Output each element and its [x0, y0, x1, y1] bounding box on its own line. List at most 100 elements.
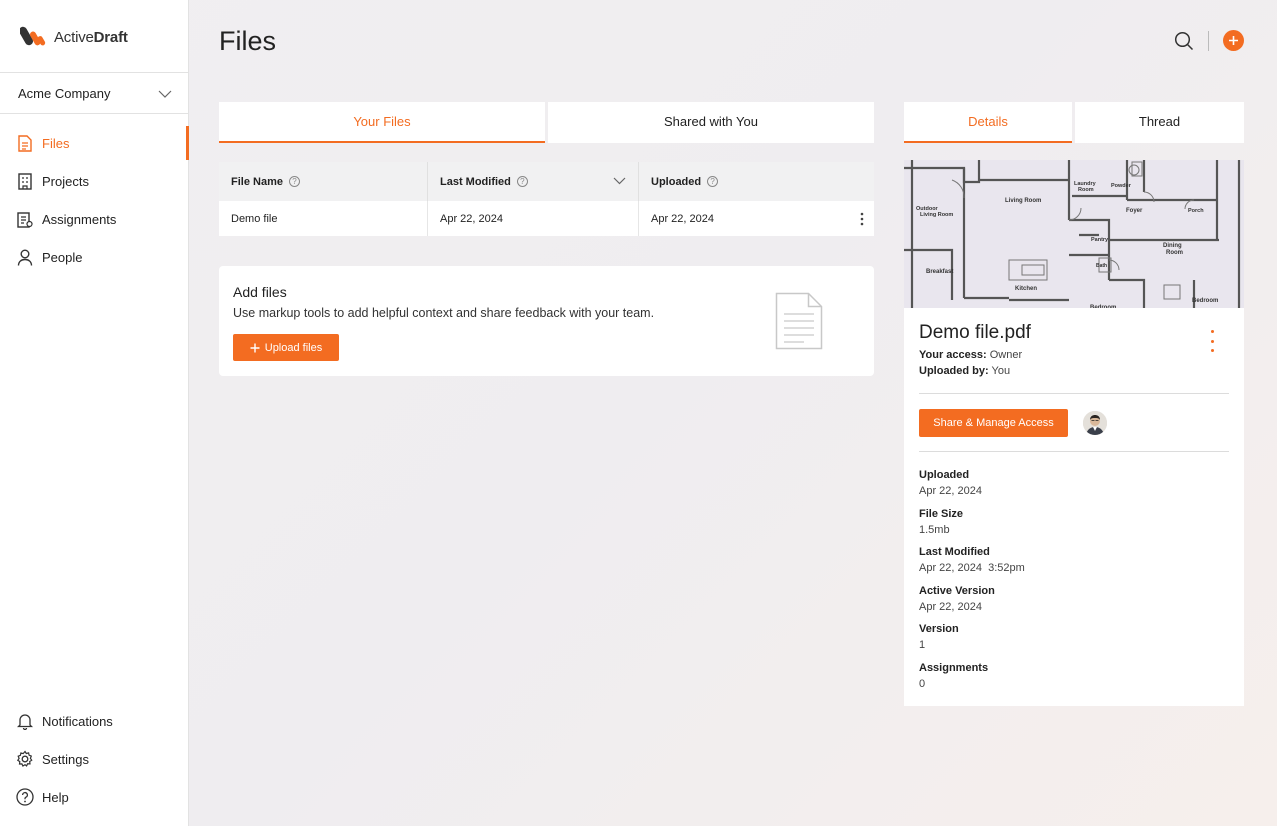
chevron-down-icon[interactable]: [613, 177, 626, 185]
file-thumbnail[interactable]: Laundry Room Powder Living Room Outdoor …: [904, 160, 1244, 308]
info-value: Apr 22, 2024: [919, 600, 982, 613]
svg-text:Porch: Porch: [1188, 208, 1204, 214]
file-table: File Name ? Last Modified ? Uploaded ? D…: [219, 162, 874, 236]
share-manage-access-button[interactable]: Share & Manage Access: [919, 409, 1068, 437]
svg-text:Living Room: Living Room: [1005, 198, 1041, 204]
company-name: Acme Company: [18, 85, 111, 101]
app-logo[interactable]: ActiveDraft: [19, 22, 128, 53]
sidebar-item-settings[interactable]: Settings: [0, 740, 189, 778]
column-header-uploaded[interactable]: Uploaded ?: [639, 162, 874, 201]
info-label: File Size: [919, 507, 964, 520]
column-header-file-name[interactable]: File Name ?: [219, 162, 428, 201]
uploaded-by-line: Uploaded by: You: [919, 365, 1010, 377]
info-file-size: File Size 1.5mb: [919, 507, 1025, 546]
plus-icon: [1229, 36, 1238, 45]
sidebar-item-label: People: [42, 249, 83, 265]
table-row[interactable]: Demo file Apr 22, 2024 Apr 22, 2024: [219, 201, 874, 236]
sidebar-nav: Files Projects Assignments People: [0, 124, 189, 276]
svg-text:Bedroom: Bedroom: [1192, 298, 1218, 304]
info-version: Version 1: [919, 622, 1025, 661]
svg-text:Bedroom: Bedroom: [1090, 305, 1116, 308]
cell-last-modified: Apr 22, 2024: [428, 201, 639, 236]
upload-files-label: Upload files: [264, 341, 323, 354]
info-value: 0: [919, 677, 926, 690]
sidebar-item-label: Projects: [42, 173, 89, 189]
sidebar-item-help[interactable]: Help: [0, 778, 189, 816]
help-icon[interactable]: ?: [516, 176, 528, 187]
column-header-last-modified[interactable]: Last Modified ?: [428, 162, 639, 201]
table-header: File Name ? Last Modified ? Uploaded ?: [219, 162, 874, 201]
info-assignments: Assignments 0: [919, 661, 1025, 700]
svg-text:Dining: Dining: [1163, 243, 1182, 249]
upload-files-button[interactable]: Upload files: [233, 334, 339, 361]
sidebar-item-people[interactable]: People: [0, 238, 189, 276]
info-value: Apr 22, 2024: [919, 485, 982, 497]
column-header-label: Uploaded: [651, 175, 702, 188]
info-uploaded: Uploaded Apr 22, 2024: [919, 468, 1025, 507]
bell-icon: [16, 712, 34, 730]
cell-file-name[interactable]: Demo file: [219, 201, 428, 236]
help-icon[interactable]: ?: [707, 176, 719, 187]
svg-text:Foyer: Foyer: [1126, 208, 1143, 214]
file-tabs: Your Files Shared with You: [219, 102, 874, 143]
column-header-label: Last Modified: [440, 175, 511, 188]
svg-text:Room: Room: [1078, 187, 1094, 193]
clipboard-icon: [16, 210, 34, 228]
file-icon: [16, 134, 34, 152]
sidebar-item-projects[interactable]: Projects: [0, 162, 189, 200]
more-vertical-icon[interactable]: [1204, 330, 1220, 352]
plus-icon: [250, 343, 260, 352]
tab-your-files[interactable]: Your Files: [219, 102, 545, 143]
svg-text:Bath: Bath: [1096, 263, 1107, 269]
file-title: Demo file.pdf: [919, 322, 1031, 343]
info-value: Apr 22, 2024 3:52pm: [919, 562, 1025, 574]
access-line: Your access: Owner: [919, 349, 1022, 361]
tab-shared-with-you[interactable]: Shared with You: [548, 102, 874, 143]
info-label: Version: [919, 623, 959, 635]
search-icon[interactable]: [1174, 31, 1194, 51]
access-value: Owner: [989, 349, 1023, 361]
column-header-label: File Name: [231, 175, 283, 188]
document-illustration-icon: [775, 292, 823, 355]
sidebar-item-label: Help: [42, 789, 69, 805]
tab-thread[interactable]: Thread: [1075, 102, 1244, 143]
help-icon[interactable]: ?: [288, 176, 300, 187]
company-selector[interactable]: Acme Company: [0, 72, 189, 114]
info-value: 1.5mb: [919, 523, 950, 536]
help-icon: [16, 788, 34, 806]
logo-text-light: Active: [54, 29, 94, 46]
sidebar: ActiveDraft Acme Company Files Projects …: [0, 0, 189, 826]
header-actions: [1174, 30, 1244, 51]
divider: [919, 393, 1229, 394]
divider: [919, 451, 1229, 452]
uploaded-by-label: Uploaded by:: [919, 365, 989, 377]
logo-icon: [19, 22, 48, 53]
more-vertical-icon[interactable]: [860, 212, 864, 226]
sidebar-item-assignments[interactable]: Assignments: [0, 200, 189, 238]
svg-text:Powder: Powder: [1111, 183, 1132, 189]
avatar[interactable]: [1083, 411, 1107, 435]
svg-text:Living Room: Living Room: [920, 212, 953, 218]
logo-text-bold: Draft: [93, 29, 128, 46]
info-label: Assignments: [919, 661, 989, 674]
building-icon: [16, 172, 34, 190]
detail-tabs: Details Thread: [904, 102, 1244, 143]
sidebar-item-label: Notifications: [42, 713, 113, 729]
sidebar-item-label: Files: [42, 135, 70, 151]
cell-uploaded: Apr 22, 2024: [639, 201, 874, 236]
svg-text:Kitchen: Kitchen: [1015, 286, 1037, 292]
tab-details[interactable]: Details: [904, 102, 1072, 143]
info-label: Active Version: [919, 584, 995, 597]
sidebar-item-label: Assignments: [42, 211, 117, 227]
person-icon: [16, 248, 34, 266]
svg-text:Breakfast: Breakfast: [926, 269, 953, 275]
add-button[interactable]: [1223, 30, 1244, 51]
sidebar-item-notifications[interactable]: Notifications: [0, 702, 189, 740]
chevron-down-icon: [158, 86, 172, 101]
header-divider: [1208, 30, 1209, 51]
logo-text: ActiveDraft: [54, 29, 128, 46]
sidebar-bottom-nav: Notifications Settings Help: [0, 702, 189, 816]
info-value: 1: [919, 639, 926, 651]
file-info-list: Uploaded Apr 22, 2024 File Size 1.5mb La…: [919, 468, 1025, 699]
sidebar-item-files[interactable]: Files: [0, 124, 189, 162]
